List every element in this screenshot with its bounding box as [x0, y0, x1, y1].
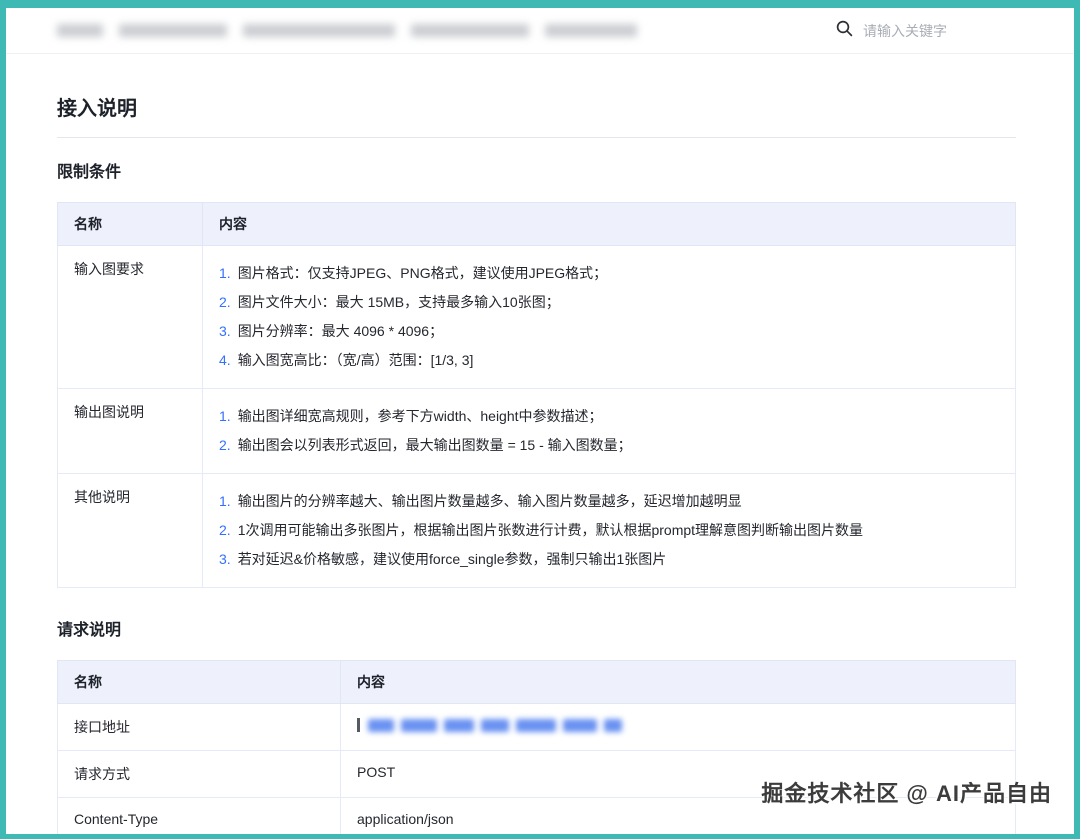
list-item: 输出图会以列表形式返回，最大输出图数量 = 15 - 输入图数量；: [219, 431, 999, 460]
redacted-breadcrumb-segment: [119, 24, 227, 37]
redacted-breadcrumb-segment: [545, 24, 637, 37]
column-header-content: 内容: [341, 661, 1016, 704]
row-name: 其他说明: [58, 474, 203, 588]
row-name: 请求方式: [58, 751, 341, 798]
redacted-url-segments: [368, 719, 622, 732]
row-content: [341, 704, 1016, 751]
column-header-name: 名称: [58, 203, 203, 246]
top-navigation-bar: [6, 8, 1074, 54]
document-content: 接入说明 限制条件 名称 内容 输入图要求 图片格式：仅支持JPEG、PNG格式…: [6, 54, 1074, 834]
table-row: 其他说明 输出图片的分辨率越大、输出图片数量越多、输入图片数量越多，延迟增加越明…: [58, 474, 1016, 588]
row-content: POST: [341, 751, 1016, 798]
column-header-name: 名称: [58, 661, 341, 704]
table-row: 接口地址: [58, 704, 1016, 751]
redacted-breadcrumb-segment: [411, 24, 529, 37]
numbered-list: 输出图片的分辨率越大、输出图片数量越多、输入图片数量越多，延迟增加越明显 1次调…: [219, 487, 999, 574]
breadcrumb: [57, 24, 637, 37]
numbered-list: 输出图详细宽高规则，参考下方width、height中参数描述； 输出图会以列表…: [219, 402, 999, 460]
table-header-row: 名称 内容: [58, 203, 1016, 246]
row-content: application/json: [341, 798, 1016, 835]
search-icon[interactable]: [836, 20, 853, 42]
row-name: Content-Type: [58, 798, 341, 835]
row-content: 输出图片的分辨率越大、输出图片数量越多、输入图片数量越多，延迟增加越明显 1次调…: [203, 474, 1016, 588]
list-item: 图片文件大小：最大 15MB，支持最多输入10张图；: [219, 288, 999, 317]
search-input[interactable]: [863, 23, 1023, 39]
list-item: 图片分辨率：最大 4096 * 4096；: [219, 317, 999, 346]
redacted-breadcrumb-segment: [243, 24, 395, 37]
search-box[interactable]: [836, 20, 1046, 42]
list-item: 图片格式：仅支持JPEG、PNG格式，建议使用JPEG格式；: [219, 259, 999, 288]
redacted-api-endpoint: [357, 717, 999, 733]
table-header-row: 名称 内容: [58, 661, 1016, 704]
list-item: 输出图详细宽高规则，参考下方width、height中参数描述；: [219, 402, 999, 431]
page-container: 接入说明 限制条件 名称 内容 输入图要求 图片格式：仅支持JPEG、PNG格式…: [6, 8, 1074, 834]
list-item: 输入图宽高比：（宽/高）范围：[1/3, 3]: [219, 346, 999, 375]
redacted-breadcrumb-segment: [57, 24, 103, 37]
text-cursor-mark: [357, 718, 360, 732]
limits-table: 名称 内容 输入图要求 图片格式：仅支持JPEG、PNG格式，建议使用JPEG格…: [57, 202, 1016, 588]
request-table: 名称 内容 接口地址: [57, 660, 1016, 834]
numbered-list: 图片格式：仅支持JPEG、PNG格式，建议使用JPEG格式； 图片文件大小：最大…: [219, 259, 999, 375]
list-item: 若对延迟&价格敏感，建议使用force_single参数，强制只输出1张图片: [219, 545, 999, 574]
row-name: 输出图说明: [58, 389, 203, 474]
page-title: 接入说明: [57, 92, 1016, 121]
table-row: Content-Type application/json: [58, 798, 1016, 835]
row-name: 输入图要求: [58, 246, 203, 389]
table-row: 请求方式 POST: [58, 751, 1016, 798]
list-item: 1次调用可能输出多张图片，根据输出图片张数进行计费，默认根据prompt理解意图…: [219, 516, 999, 545]
column-header-content: 内容: [203, 203, 1016, 246]
section-heading-request: 请求说明: [57, 616, 1016, 640]
section-heading-limits: 限制条件: [57, 158, 1016, 182]
row-content: 输出图详细宽高规则，参考下方width、height中参数描述； 输出图会以列表…: [203, 389, 1016, 474]
table-row: 输入图要求 图片格式：仅支持JPEG、PNG格式，建议使用JPEG格式； 图片文…: [58, 246, 1016, 389]
row-content: 图片格式：仅支持JPEG、PNG格式，建议使用JPEG格式； 图片文件大小：最大…: [203, 246, 1016, 389]
title-divider: [57, 137, 1016, 138]
row-name: 接口地址: [58, 704, 341, 751]
table-row: 输出图说明 输出图详细宽高规则，参考下方width、height中参数描述； 输…: [58, 389, 1016, 474]
list-item: 输出图片的分辨率越大、输出图片数量越多、输入图片数量越多，延迟增加越明显: [219, 487, 999, 516]
